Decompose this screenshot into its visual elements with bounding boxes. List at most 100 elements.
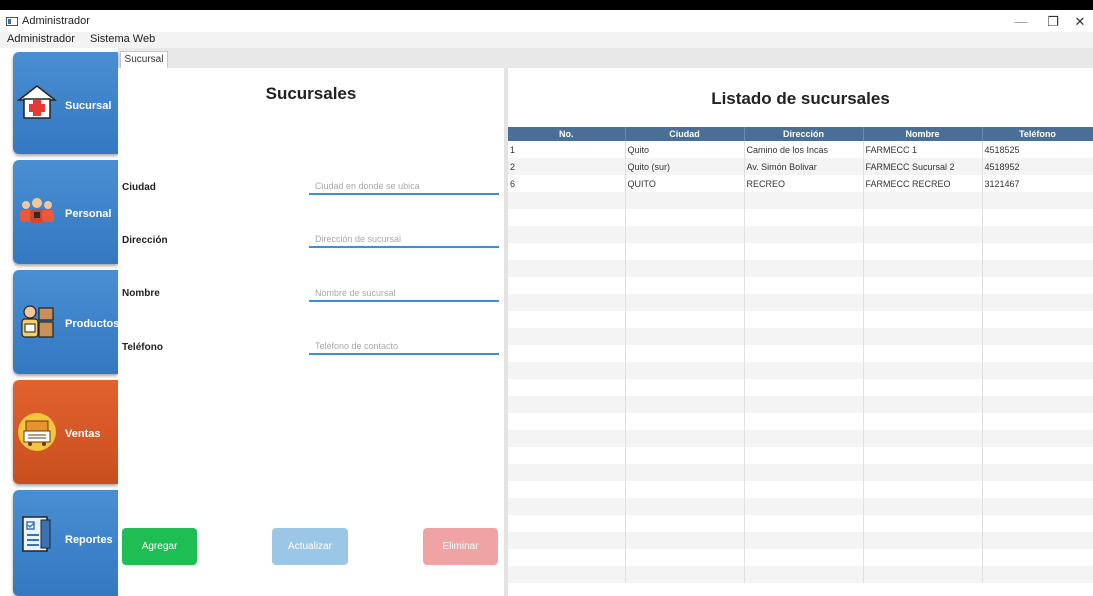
telefono-label: Teléfono — [122, 342, 163, 353]
table-cell — [863, 209, 983, 226]
close-button[interactable]: ✕ — [1064, 13, 1093, 31]
column-header-ciudad[interactable]: Ciudad — [625, 127, 745, 141]
update-button[interactable]: Actualizar — [272, 528, 348, 565]
branches-table: No. Ciudad Dirección Nombre Teléfono 1 Qu… — [508, 127, 1093, 583]
empty-table-row — [508, 243, 1093, 260]
table-cell — [744, 532, 864, 549]
window-title: Administrador — [22, 15, 90, 27]
table-cell — [744, 277, 864, 294]
table-cell — [625, 192, 745, 209]
minimize-button[interactable]: — — [1005, 13, 1037, 31]
table-cell — [744, 396, 864, 413]
empty-table-row — [508, 345, 1093, 362]
table-cell — [508, 532, 626, 549]
table-cell — [744, 447, 864, 464]
list-title: Listado de sucursales — [711, 89, 890, 108]
empty-table-row — [508, 464, 1093, 481]
nav-productos-label: Productos — [65, 318, 120, 330]
empty-table-row — [508, 311, 1093, 328]
table-cell — [982, 532, 1093, 549]
table-cell — [982, 447, 1093, 464]
table-cell: FARMECC Sucursal 2 — [863, 158, 983, 175]
table-cell — [508, 277, 626, 294]
table-cell — [625, 379, 745, 396]
empty-table-row — [508, 277, 1093, 294]
table-cell — [982, 226, 1093, 243]
nav-ventas-button[interactable]: Ventas — [13, 380, 118, 484]
table-cell: Av. Simón Bolivar — [744, 158, 864, 175]
table-cell — [744, 515, 864, 532]
table-header-row: No. Ciudad Dirección Nombre Teléfono — [508, 127, 1093, 141]
table-row[interactable]: 2 Quito (sur) Av. Simón Bolivar FARMECC Suc… — [508, 158, 1093, 175]
title-bar: Administrador — ❐ ✕ — [0, 10, 1093, 32]
delete-button[interactable]: Eliminar — [423, 528, 498, 565]
products-icon — [21, 305, 54, 338]
table-cell — [744, 209, 864, 226]
table-cell — [744, 243, 864, 260]
table-cell — [508, 566, 626, 583]
add-button[interactable]: Agregar — [122, 528, 197, 565]
table-cell — [744, 549, 864, 566]
sidebar: Sucursal Personal Productos Ventas Repor… — [0, 48, 120, 596]
table-cell — [863, 362, 983, 379]
table-cell — [863, 328, 983, 345]
empty-table-row — [508, 209, 1093, 226]
app-icon — [6, 17, 18, 26]
ciudad-input[interactable] — [309, 178, 499, 195]
table-cell: 6 — [508, 175, 626, 192]
table-cell — [863, 396, 983, 413]
table-cell — [744, 362, 864, 379]
table-cell — [744, 481, 864, 498]
table-cell — [508, 243, 626, 260]
nav-ventas-label: Ventas — [65, 428, 101, 440]
nav-reportes-button[interactable]: Reportes — [13, 490, 118, 596]
table-cell — [863, 226, 983, 243]
table-row[interactable]: 6 QUITO RECREO FARMECC RECREO 3121467 — [508, 175, 1093, 192]
table-cell — [863, 277, 983, 294]
column-header-nombre[interactable]: Nombre — [863, 127, 983, 141]
column-header-telefono[interactable]: Teléfono — [982, 127, 1093, 141]
telefono-input[interactable] — [309, 338, 499, 355]
nav-sucursal-button[interactable]: Sucursal — [13, 52, 118, 154]
table-cell: FARMECC RECREO — [863, 175, 983, 192]
table-cell — [863, 243, 983, 260]
table-cell — [625, 498, 745, 515]
nav-personal-button[interactable]: Personal — [13, 160, 118, 264]
table-cell — [508, 396, 626, 413]
nombre-input[interactable] — [309, 285, 499, 302]
table-cell — [744, 379, 864, 396]
table-cell: QUITO — [625, 175, 745, 192]
table-cell — [508, 447, 626, 464]
table-cell — [625, 362, 745, 379]
table-row[interactable]: 1 Quito Camino de los Incas FARMECC 1 451852… — [508, 141, 1093, 158]
table-cell — [982, 209, 1093, 226]
tab-sucursal[interactable]: Sucursal — [120, 51, 168, 68]
table-cell — [982, 566, 1093, 583]
table-cell: Quito — [625, 141, 745, 158]
table-cell — [863, 413, 983, 430]
table-cell: Quito (sur) — [625, 158, 745, 175]
menu-sistema-web[interactable]: Sistema Web — [90, 33, 155, 45]
direccion-input[interactable] — [309, 231, 499, 248]
empty-table-row — [508, 328, 1093, 345]
table-cell — [982, 430, 1093, 447]
nav-productos-button[interactable]: Productos — [13, 270, 120, 374]
direccion-label: Dirección — [122, 235, 168, 246]
table-cell — [625, 447, 745, 464]
tab-strip: Sucursal — [118, 48, 1093, 68]
table-cell — [744, 328, 864, 345]
table-cell — [625, 311, 745, 328]
empty-table-row — [508, 379, 1093, 396]
column-header-direccion[interactable]: Dirección — [744, 127, 864, 141]
screen-top-border — [0, 0, 1093, 10]
menu-administrador[interactable]: Administrador — [7, 33, 75, 45]
table-cell — [982, 464, 1093, 481]
table-cell — [982, 243, 1093, 260]
table-cell — [508, 345, 626, 362]
column-header-no[interactable]: No. — [508, 127, 626, 141]
table-cell — [982, 192, 1093, 209]
table-cell — [625, 345, 745, 362]
table-cell — [982, 328, 1093, 345]
empty-table-row — [508, 532, 1093, 549]
table-cell — [744, 192, 864, 209]
